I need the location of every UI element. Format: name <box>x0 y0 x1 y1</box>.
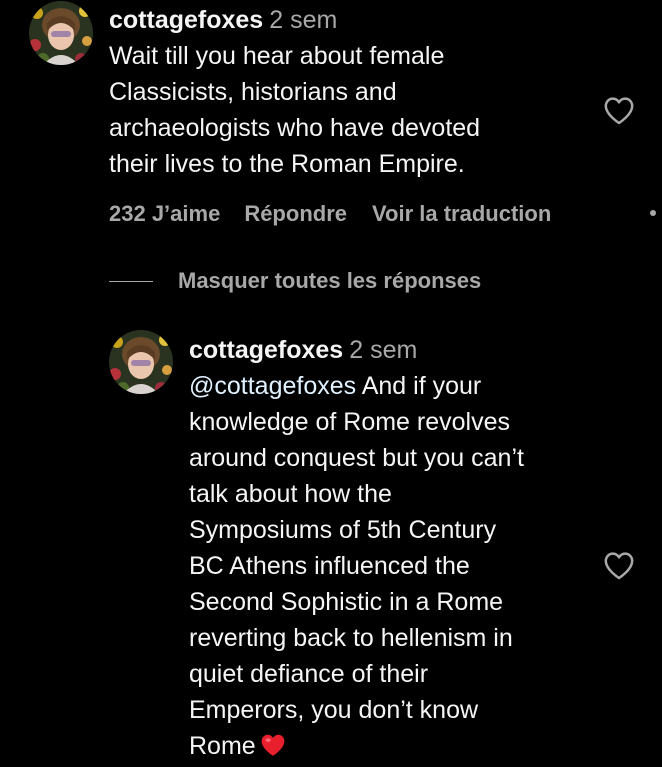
comment-text-line: Wait till you hear about female <box>109 42 445 70</box>
reply-time: 2 sem <box>349 336 418 364</box>
more-dot-icon[interactable] <box>650 210 656 216</box>
reply-text-line: around conquest but you can’t <box>189 444 524 472</box>
heart-outline-icon <box>604 96 634 124</box>
reply-like-button[interactable] <box>601 547 637 583</box>
hide-replies-button[interactable]: Masquer toutes les réponses <box>109 263 481 299</box>
reply-text-line: Second Sophistic in a Rome <box>189 588 504 616</box>
comment: cottagefoxes 2 sem Wait till you hear abo… <box>0 0 662 240</box>
reply-text-line: reverting back to hellenism in <box>189 624 513 652</box>
reply-comment: cottagefoxes 2 sem @cottagefoxes And if y… <box>0 320 662 762</box>
reply-username[interactable]: cottagefoxes <box>189 336 343 364</box>
reply-text-line: Emperors, you don’t know <box>189 696 479 724</box>
reply-text-fragment: Rome <box>189 732 256 760</box>
hide-replies-divider <box>109 280 153 282</box>
reply-body: cottagefoxes 2 sem @cottagefoxes And if y… <box>189 332 524 767</box>
reply-text: @cottagefoxes And if your knowledge of R… <box>189 368 524 767</box>
avatar-image <box>109 330 173 394</box>
comment-text-line: Classicists, historians and <box>109 78 397 106</box>
reply-text-line: @cottagefoxes And if your <box>189 368 524 404</box>
reply-text-line: quiet defiance of their <box>189 660 429 688</box>
comment-text-line: their lives to the Roman Empire. <box>109 150 465 178</box>
comment-translate-button[interactable]: Voir la traduction <box>372 201 551 227</box>
comment-username[interactable]: cottagefoxes <box>109 6 263 34</box>
comment-likes-link[interactable]: 232 J’aime <box>109 201 220 227</box>
red-heart-emoji-shape <box>261 734 285 756</box>
reply-text-line: Symposiums of 5th Century <box>189 516 497 544</box>
hide-replies-label: Masquer toutes les réponses <box>178 268 482 293</box>
comment-time: 2 sem <box>269 6 338 34</box>
reply-text-line: talk about how the <box>189 480 392 508</box>
reply-text-line: BC Athens influenced the <box>189 552 470 580</box>
reply-text-line: knowledge of Rome revolves <box>189 408 510 436</box>
comment-text-line: archaeologists who have devoted <box>109 114 481 142</box>
reply-text-fragment: And if your <box>356 372 482 400</box>
reply-text-line: Rome <box>189 728 524 767</box>
comment-reply-button[interactable]: Répondre <box>244 201 347 227</box>
avatar[interactable] <box>29 1 93 65</box>
heart-outline-icon <box>604 551 634 579</box>
comment-text: Wait till you hear about female Classici… <box>109 38 480 182</box>
comment-like-button[interactable] <box>601 92 637 128</box>
reply-avatar[interactable] <box>109 330 173 394</box>
avatar-image <box>29 1 93 65</box>
reply-mention-link[interactable]: @cottagefoxes <box>189 372 356 400</box>
comment-actions: 232 J’aime Répondre Voir la traduction <box>109 196 576 232</box>
comment-body: cottagefoxes 2 sem Wait till you hear abo… <box>109 2 480 182</box>
